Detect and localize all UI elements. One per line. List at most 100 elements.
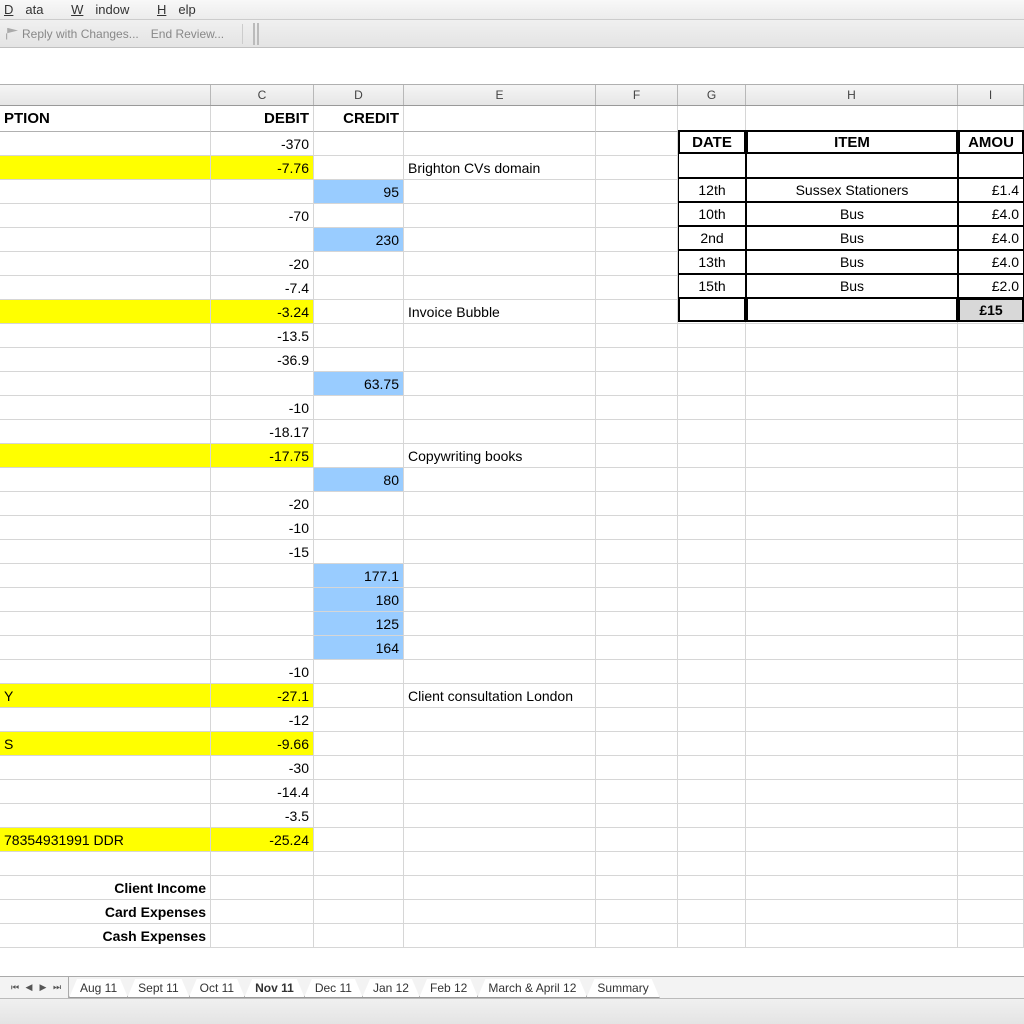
header-debit[interactable]: DEBIT [211, 106, 314, 132]
cell-desc[interactable] [0, 492, 211, 516]
cell-credit[interactable] [314, 708, 404, 732]
sheet-tab[interactable]: Dec 11 [304, 979, 363, 998]
cell-credit[interactable] [314, 852, 404, 876]
cell-desc[interactable] [0, 468, 211, 492]
cell-note[interactable] [404, 756, 596, 780]
col-header-g[interactable]: G [678, 85, 746, 105]
cell-debit[interactable]: -17.75 [211, 444, 314, 468]
sheet-tab[interactable]: March & April 12 [477, 979, 587, 998]
cell-credit[interactable]: 177.1 [314, 564, 404, 588]
cell-note[interactable] [404, 708, 596, 732]
cell-credit[interactable] [314, 156, 404, 180]
col-header-f[interactable]: F [596, 85, 678, 105]
side-cell-amount[interactable]: £2.0 [958, 274, 1024, 298]
cell-desc[interactable] [0, 804, 211, 828]
cell-credit[interactable] [314, 420, 404, 444]
cell-debit[interactable] [211, 852, 314, 876]
cell-desc[interactable] [0, 564, 211, 588]
cell-note[interactable] [404, 180, 596, 204]
cell-credit[interactable]: 164 [314, 636, 404, 660]
end-review-button[interactable]: End Review... [151, 27, 224, 41]
cell-note[interactable] [404, 660, 596, 684]
cell-note[interactable] [404, 540, 596, 564]
cell-note[interactable]: Invoice Bubble [404, 300, 596, 324]
cell-credit[interactable] [314, 492, 404, 516]
cell-desc[interactable] [0, 132, 211, 156]
cell-desc[interactable] [0, 708, 211, 732]
cell-debit[interactable] [211, 564, 314, 588]
cell-note[interactable] [404, 612, 596, 636]
cell-credit[interactable]: 125 [314, 612, 404, 636]
cell-desc[interactable] [0, 324, 211, 348]
cell-debit[interactable]: -7.4 [211, 276, 314, 300]
cell-debit[interactable] [211, 900, 314, 924]
cell-credit[interactable] [314, 276, 404, 300]
sheet-tab[interactable]: Oct 11 [189, 979, 245, 998]
cell-note[interactable] [404, 252, 596, 276]
cell-desc[interactable] [0, 660, 211, 684]
cell-desc[interactable]: Cash Expenses [0, 924, 211, 948]
tab-nav-prev-icon[interactable]: ◀ [22, 980, 36, 994]
cell-credit[interactable]: 95 [314, 180, 404, 204]
cell-credit[interactable] [314, 252, 404, 276]
cell-credit[interactable] [314, 756, 404, 780]
col-header-c[interactable]: C [211, 85, 314, 105]
cell-credit[interactable] [314, 324, 404, 348]
header-description[interactable]: PTION [0, 106, 211, 132]
cell-note[interactable] [404, 804, 596, 828]
cell-credit[interactable]: 80 [314, 468, 404, 492]
cell-desc[interactable]: S [0, 732, 211, 756]
side-cell-item[interactable]: Bus [746, 202, 958, 226]
side-cell-item[interactable]: Bus [746, 226, 958, 250]
cell-note[interactable] [404, 516, 596, 540]
cell-note[interactable] [404, 276, 596, 300]
cell-debit[interactable] [211, 612, 314, 636]
cell-debit[interactable]: -3.24 [211, 300, 314, 324]
cell-note[interactable] [404, 924, 596, 948]
sheet-tab[interactable]: Nov 11 [244, 979, 305, 998]
col-header-i[interactable]: I [958, 85, 1024, 105]
cell-debit[interactable]: -15 [211, 540, 314, 564]
cell-note[interactable] [404, 204, 596, 228]
side-total-amount[interactable]: £15 [958, 298, 1024, 322]
cell-credit[interactable] [314, 780, 404, 804]
cell-desc[interactable] [0, 444, 211, 468]
cell-desc[interactable] [0, 372, 211, 396]
tab-nav-buttons[interactable]: ⏮ ◀ ▶ ⏭ [4, 976, 69, 998]
cell-note[interactable] [404, 828, 596, 852]
cell-desc[interactable] [0, 780, 211, 804]
cell-debit[interactable] [211, 636, 314, 660]
cell-debit[interactable]: -10 [211, 396, 314, 420]
side-cell-date[interactable]: 15th [678, 274, 746, 298]
cell-credit[interactable] [314, 132, 404, 156]
col-header-h[interactable]: H [746, 85, 958, 105]
cell-desc[interactable] [0, 156, 211, 180]
cell-note[interactable]: Copywriting books [404, 444, 596, 468]
cell-note[interactable] [404, 852, 596, 876]
cell-desc[interactable]: Card Expenses [0, 900, 211, 924]
cell-note[interactable] [404, 324, 596, 348]
cell-desc[interactable] [0, 348, 211, 372]
cell-desc[interactable] [0, 852, 211, 876]
cell-credit[interactable] [314, 204, 404, 228]
header-credit[interactable]: CREDIT [314, 106, 404, 132]
cell-debit[interactable]: -30 [211, 756, 314, 780]
spreadsheet-grid[interactable]: C D E F G H I PTION DEBIT CREDIT -370-7.… [0, 84, 1024, 948]
cell-debit[interactable] [211, 180, 314, 204]
cell-debit[interactable]: -10 [211, 660, 314, 684]
cell-debit[interactable] [211, 876, 314, 900]
side-cell-item[interactable]: Sussex Stationers [746, 178, 958, 202]
cell-desc[interactable] [0, 276, 211, 300]
cell-credit[interactable] [314, 924, 404, 948]
cell-note[interactable]: Brighton CVs domain [404, 156, 596, 180]
cell-note[interactable] [404, 372, 596, 396]
cell-debit[interactable]: -12 [211, 708, 314, 732]
side-cell-amount[interactable]: £4.0 [958, 202, 1024, 226]
cell-credit[interactable] [314, 348, 404, 372]
cell-debit[interactable] [211, 372, 314, 396]
cell-desc[interactable] [0, 516, 211, 540]
cell-desc[interactable]: 78354931991 DDR [0, 828, 211, 852]
side-cell-date[interactable]: 2nd [678, 226, 746, 250]
cell-desc[interactable] [0, 204, 211, 228]
cell-credit[interactable] [314, 540, 404, 564]
